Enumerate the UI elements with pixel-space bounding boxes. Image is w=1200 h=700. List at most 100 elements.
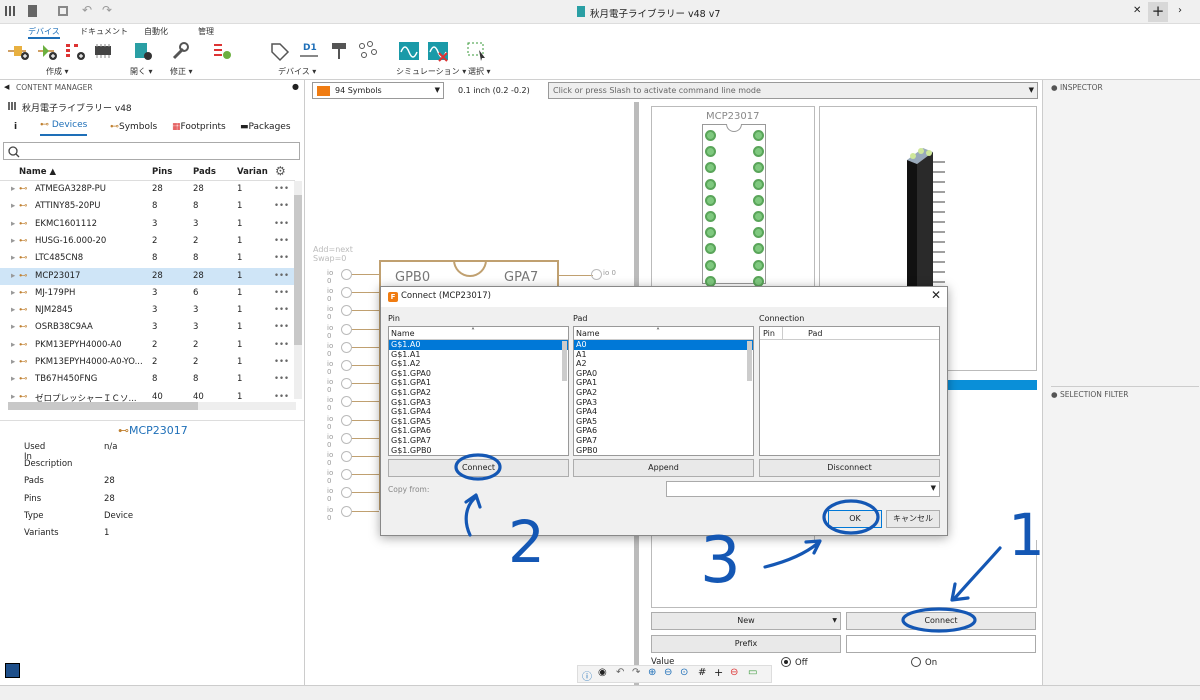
table-row[interactable]: ▸ ⊷ ATMEGA328P-PU 28 28 1 •••: [0, 181, 295, 198]
expand-arrow-icon[interactable]: ▸: [11, 322, 15, 332]
list-item[interactable]: A0: [574, 340, 753, 350]
list-item[interactable]: G$1.GPA2: [389, 388, 568, 398]
undo-icon[interactable]: ↶: [616, 667, 624, 678]
pad-scrollbar[interactable]: [747, 341, 752, 381]
list-item[interactable]: G$1.GPA0: [389, 369, 568, 379]
list-item[interactable]: G$1.GPB0: [389, 446, 568, 455]
tab-device[interactable]: デバイス: [28, 26, 60, 39]
group-modify[interactable]: 修正 ▾: [170, 66, 193, 77]
table-row[interactable]: ▸ ⊷ NJM2845 3 3 1 •••: [0, 302, 295, 319]
hscrollbar[interactable]: [8, 402, 296, 410]
list-item[interactable]: G$1.GPA5: [389, 417, 568, 427]
inspector-header[interactable]: ● INSPECTOR: [1051, 83, 1103, 92]
table-row[interactable]: ▸ ⊷ OSRB38C9AA 3 3 1 •••: [0, 319, 295, 336]
footprint-pad[interactable]: [705, 194, 716, 206]
list-item[interactable]: GPA1: [574, 378, 753, 388]
tab-manage[interactable]: 管理: [198, 26, 214, 37]
list-item[interactable]: G$1.GPA6: [389, 426, 568, 436]
group-select[interactable]: 選択 ▾: [468, 66, 491, 77]
table-row[interactable]: ▸ ⊷ MJ-179PH 3 6 1 •••: [0, 285, 295, 302]
stop-icon[interactable]: ⊖: [730, 667, 738, 678]
panel-collapse-button[interactable]: ●: [292, 82, 299, 91]
tag-button[interactable]: [5, 663, 20, 678]
pin-circle[interactable]: [341, 414, 352, 426]
list-item[interactable]: GPA3: [574, 398, 753, 408]
grid-menu-icon[interactable]: [5, 6, 15, 16]
save-icon[interactable]: [58, 6, 68, 16]
list-item[interactable]: GPA5: [574, 417, 753, 427]
footprint-pad[interactable]: [753, 130, 764, 141]
cancel-button[interactable]: キャンセル: [886, 510, 940, 528]
pin-scrollbar[interactable]: [562, 341, 567, 381]
expand-arrow-icon[interactable]: ▸: [11, 219, 15, 229]
col-name[interactable]: Name ▲: [19, 167, 56, 177]
expand-arrow-icon[interactable]: ▸: [11, 305, 15, 315]
chevron-right-icon[interactable]: ›: [1178, 5, 1182, 16]
prefix-button[interactable]: Prefix: [651, 635, 841, 653]
pin-listbox[interactable]: Name ˄ G$1.A0 G$1.A1 G$1.A2 G$1.GPA0 G$1.GPA1…: [388, 326, 569, 456]
new-symbol-icon[interactable]: [6, 40, 30, 62]
expand-arrow-icon[interactable]: ▸: [11, 236, 15, 246]
list-item[interactable]: A1: [574, 350, 753, 360]
pin-circle[interactable]: [341, 487, 352, 499]
ok-button[interactable]: OK: [828, 510, 882, 528]
more-icon[interactable]: •••: [274, 271, 289, 281]
pad-col-header[interactable]: Name ˄: [574, 327, 753, 340]
d1-icon[interactable]: D1: [303, 43, 317, 53]
expand-arrow-icon[interactable]: ▸: [11, 253, 15, 263]
table-row[interactable]: ▸ ⊷ PKM13EPYH4000-A0-YO... 2 2 1 •••: [0, 354, 295, 371]
list-item[interactable]: G$1.GPA4: [389, 407, 568, 417]
col-variants[interactable]: Varian: [237, 167, 268, 177]
pin-circle[interactable]: [341, 269, 352, 280]
search-field[interactable]: [3, 142, 300, 160]
new-button[interactable]: New ▼: [651, 612, 841, 630]
value-off-radio[interactable]: [781, 657, 791, 667]
info-icon[interactable]: ⓘ: [582, 668, 592, 683]
table-row[interactable]: ▸ ⊷ ATTINY85-20PU 8 8 1 •••: [0, 198, 295, 215]
list-item[interactable]: G$1.A1: [389, 350, 568, 360]
footprint-pad[interactable]: [705, 259, 716, 271]
group-open[interactable]: 開く ▾: [130, 66, 153, 77]
file-icon[interactable]: [28, 5, 37, 17]
collapse-icon[interactable]: ◀: [4, 83, 9, 91]
list-item[interactable]: GPA0: [574, 369, 753, 379]
expand-arrow-icon[interactable]: ▸: [11, 288, 15, 298]
more-icon[interactable]: •••: [274, 201, 289, 211]
open-icon[interactable]: [130, 40, 154, 62]
pin-circle[interactable]: [341, 432, 352, 444]
table-row[interactable]: ▸ ⊷ TB67H450FNG 8 8 1 •••: [0, 371, 295, 388]
list-item[interactable]: GPB0: [574, 446, 753, 455]
table-row[interactable]: ▸ ⊷ LTC485CN8 8 8 1 •••: [0, 250, 295, 267]
footprint-pad[interactable]: [753, 211, 764, 222]
symbols-dropdown[interactable]: 94 Symbols ▼: [312, 82, 444, 99]
expand-arrow-icon[interactable]: ▸: [11, 271, 15, 281]
group-create[interactable]: 作成 ▾: [46, 66, 69, 77]
more-icon[interactable]: •••: [274, 340, 289, 350]
pin-circle[interactable]: [341, 360, 352, 371]
pin-circle[interactable]: [341, 287, 352, 299]
tab-symbols[interactable]: ⊷Symbols: [110, 122, 157, 132]
list-item[interactable]: G$1.A2: [389, 359, 568, 369]
pin-circle[interactable]: [341, 505, 352, 517]
expand-arrow-icon[interactable]: ▸: [11, 201, 15, 211]
more-icon[interactable]: •••: [274, 322, 289, 332]
tab-automation[interactable]: 自動化: [144, 26, 168, 37]
col-pins[interactable]: Pins: [152, 167, 172, 177]
select-icon[interactable]: [465, 40, 489, 62]
list-item[interactable]: A2: [574, 359, 753, 369]
list-item[interactable]: GPA4: [574, 407, 753, 417]
more-icon[interactable]: •••: [274, 392, 289, 402]
new-tab-button[interactable]: +: [1148, 2, 1168, 22]
crosshair-icon[interactable]: +: [714, 666, 723, 679]
new-device-icon[interactable]: [34, 40, 58, 62]
simulation-stop-icon[interactable]: [426, 40, 450, 62]
eye-icon[interactable]: ◉: [598, 667, 607, 678]
list-item[interactable]: G$1.GPA7: [389, 436, 568, 446]
redo-icon[interactable]: ↷: [102, 3, 112, 17]
scrollbar[interactable]: [294, 181, 302, 399]
gear-icon[interactable]: ⚙: [275, 164, 286, 178]
more-icon[interactable]: •••: [274, 374, 289, 384]
zoom-fit-icon[interactable]: ⊙: [680, 667, 688, 678]
new-package-icon[interactable]: [92, 40, 116, 62]
selection-filter-header[interactable]: ● SELECTION FILTER: [1051, 386, 1199, 399]
